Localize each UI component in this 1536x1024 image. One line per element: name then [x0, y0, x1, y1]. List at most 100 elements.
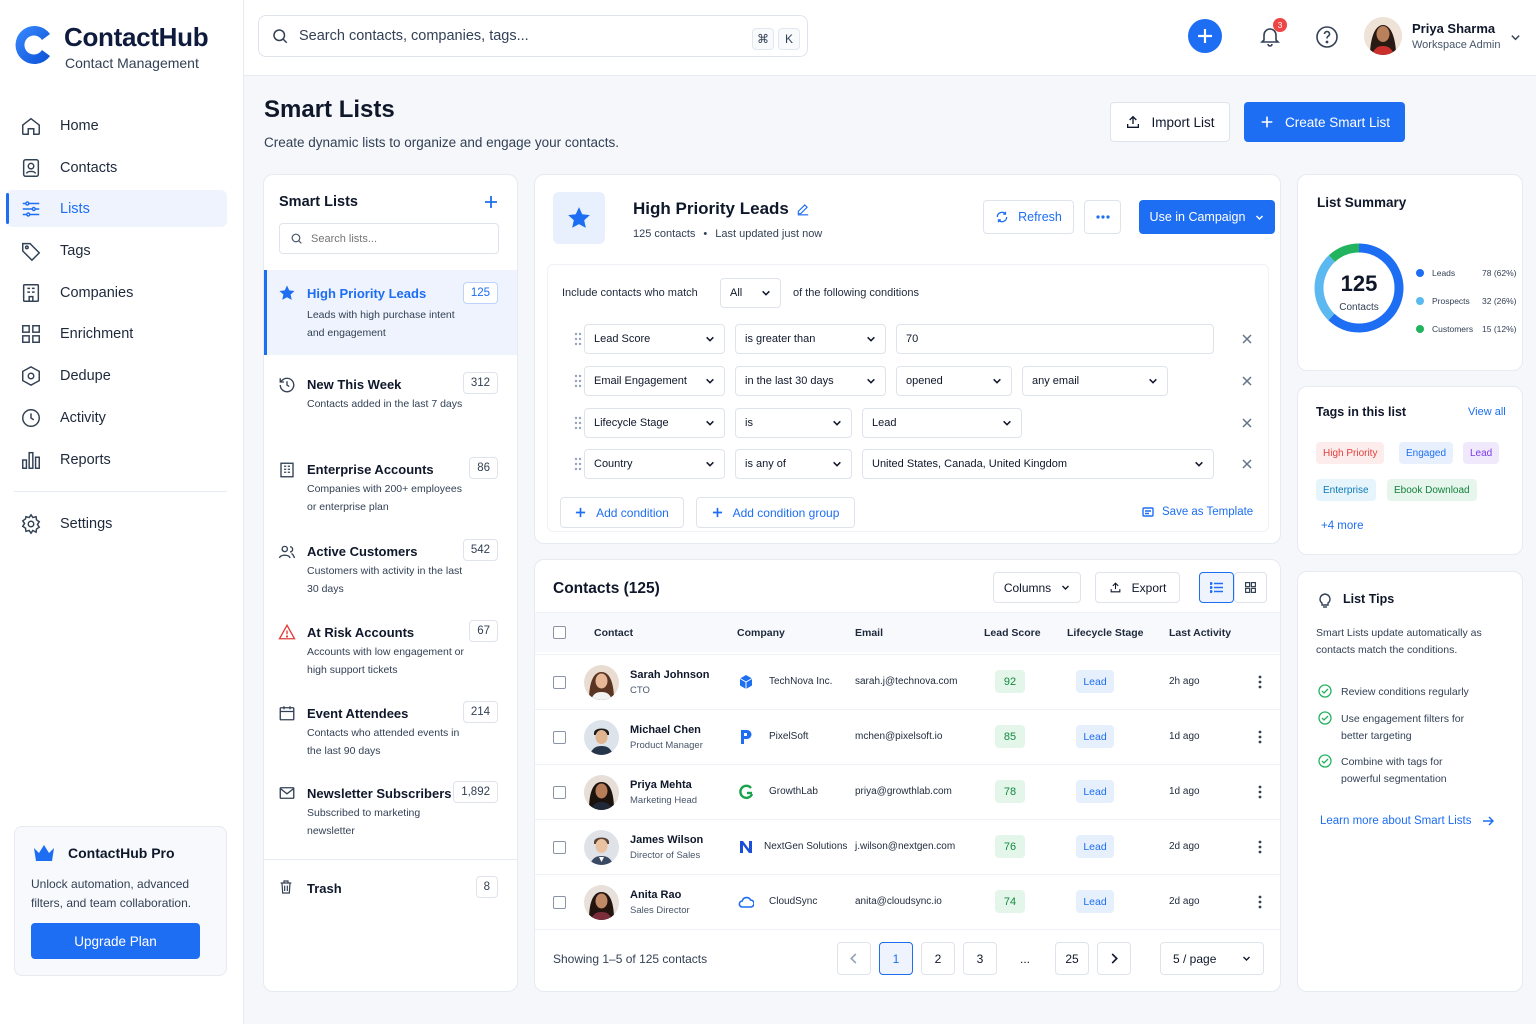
tag-enterprise[interactable]: Enterprise — [1316, 479, 1376, 501]
quick-add-button[interactable] — [1188, 19, 1222, 53]
table-row[interactable]: Priya Mehta Marketing Head GrowthLab pri… — [535, 764, 1280, 819]
contact-email[interactable]: j.wilson@nextgen.com — [855, 841, 955, 852]
condition-1-field-select[interactable]: Lead Score — [584, 324, 725, 354]
col-email[interactable]: Email — [855, 627, 883, 639]
remove-condition-icon[interactable] — [1241, 375, 1253, 387]
nav-dedupe[interactable]: Dedupe — [6, 357, 227, 394]
more-options-button[interactable] — [1084, 200, 1121, 234]
condition-3-value-select[interactable]: Lead — [862, 408, 1022, 438]
list-item-active-customers[interactable]: Active Customers Customers with activity… — [264, 538, 517, 608]
page-size-select[interactable]: 5 / page — [1160, 942, 1264, 975]
contacthub-logo-icon[interactable] — [12, 22, 56, 68]
condition-4-operator-select[interactable]: is any of — [735, 449, 852, 479]
nav-activity[interactable]: Activity — [6, 399, 227, 436]
drag-handle-icon[interactable] — [574, 332, 582, 346]
condition-2-field-select[interactable]: Email Engagement — [584, 366, 725, 396]
page-2-button[interactable]: 2 — [921, 942, 955, 975]
contact-email[interactable]: sarah.j@technova.com — [855, 676, 957, 687]
notifications-button[interactable]: 3 — [1258, 18, 1287, 50]
row-checkbox[interactable] — [553, 786, 566, 799]
contact-email[interactable]: anita@cloudsync.io — [855, 896, 942, 907]
select-all-checkbox[interactable] — [553, 626, 566, 639]
remove-condition-icon[interactable] — [1241, 417, 1253, 429]
nav-companies[interactable]: Companies — [6, 274, 227, 311]
prev-page-button[interactable] — [837, 942, 871, 975]
nav-contacts[interactable]: Contacts — [6, 149, 227, 186]
row-more-icon[interactable] — [1257, 894, 1263, 910]
import-list-button[interactable]: Import List — [1110, 102, 1230, 142]
table-row[interactable]: Sarah Johnson CTO TechNova Inc. sarah.j@… — [535, 654, 1280, 709]
list-search[interactable] — [279, 223, 499, 254]
row-more-icon[interactable] — [1257, 784, 1263, 800]
row-more-icon[interactable] — [1257, 729, 1263, 745]
global-search[interactable]: ⌘ K — [258, 15, 808, 57]
page-1-button[interactable]: 1 — [879, 942, 913, 975]
nav-tags[interactable]: Tags — [6, 232, 227, 269]
col-lifecycle-stage[interactable]: Lifecycle Stage — [1067, 627, 1143, 639]
contact-name[interactable]: James Wilson — [630, 834, 703, 846]
export-button[interactable]: Export — [1095, 572, 1180, 603]
add-condition-button[interactable]: Add condition — [560, 497, 684, 528]
row-checkbox[interactable] — [553, 731, 566, 744]
row-checkbox[interactable] — [553, 676, 566, 689]
add-condition-group-button[interactable]: Add condition group — [696, 497, 855, 528]
tag-high-priority[interactable]: High Priority — [1316, 442, 1385, 464]
row-more-icon[interactable] — [1257, 839, 1263, 855]
create-smart-list-button[interactable]: Create Smart List — [1244, 102, 1405, 142]
list-item-at-risk-accounts[interactable]: At Risk Accounts Accounts with low engag… — [264, 619, 517, 689]
row-checkbox[interactable] — [553, 896, 566, 909]
condition-4-value-select[interactable]: United States, Canada, United Kingdom — [862, 449, 1214, 479]
list-item-high-priority-leads[interactable]: High Priority Leads Leads with high purc… — [264, 270, 517, 355]
tag-lead[interactable]: Lead — [1463, 442, 1500, 464]
nav-enrichment[interactable]: Enrichment — [6, 315, 227, 352]
condition-2-value2-select[interactable]: any email — [1022, 366, 1168, 396]
view-all-tags-link[interactable]: View all — [1468, 406, 1506, 418]
add-list-icon[interactable] — [484, 195, 498, 209]
list-item-enterprise-accounts[interactable]: Enterprise Accounts Companies with 200+ … — [264, 456, 517, 526]
remove-condition-icon[interactable] — [1241, 333, 1253, 345]
tag-engaged[interactable]: Engaged — [1399, 442, 1454, 464]
learn-more-link[interactable]: Learn more about Smart Lists — [1320, 815, 1494, 827]
use-in-campaign-button[interactable]: Use in Campaign — [1139, 200, 1275, 234]
col-contact[interactable]: Contact — [594, 627, 633, 639]
list-item-trash[interactable]: Trash 8 — [264, 875, 517, 905]
nav-home[interactable]: Home — [6, 107, 227, 144]
columns-button[interactable]: Columns — [993, 572, 1081, 603]
help-icon[interactable] — [1315, 25, 1339, 49]
grid-view-toggle[interactable] — [1234, 572, 1267, 603]
col-company[interactable]: Company — [737, 627, 785, 639]
contact-name[interactable]: Michael Chen — [630, 724, 701, 736]
contact-email[interactable]: priya@growthlab.com — [855, 786, 952, 797]
match-mode-select[interactable]: All — [720, 278, 781, 308]
drag-handle-icon[interactable] — [574, 416, 582, 430]
tag-ebook-download[interactable]: Ebook Download — [1387, 479, 1477, 501]
table-row[interactable]: Michael Chen Product Manager PixelSoft m… — [535, 709, 1280, 764]
table-row[interactable]: James Wilson Director of Sales NextGen S… — [535, 819, 1280, 874]
nav-settings[interactable]: Settings — [6, 505, 227, 542]
condition-4-field-select[interactable]: Country — [584, 449, 725, 479]
list-item-new-this-week[interactable]: New This Week Contacts added in the last… — [264, 371, 517, 441]
condition-3-operator-select[interactable]: is — [735, 408, 852, 438]
page-25-button[interactable]: 25 — [1055, 942, 1089, 975]
nav-lists[interactable]: Lists — [6, 190, 227, 227]
next-page-button[interactable] — [1097, 942, 1131, 975]
contact-name[interactable]: Sarah Johnson — [630, 669, 709, 681]
drag-handle-icon[interactable] — [574, 374, 582, 388]
save-as-template-button[interactable]: Save as Template — [1142, 506, 1253, 518]
user-avatar[interactable] — [1364, 17, 1402, 55]
condition-1-value-input[interactable]: 70 — [896, 324, 1214, 354]
condition-2-operator-select[interactable]: in the last 30 days — [735, 366, 886, 396]
list-item-event-attendees[interactable]: Event Attendees Contacts who attended ev… — [264, 700, 517, 770]
col-lead-score[interactable]: Lead Score — [984, 627, 1041, 639]
condition-3-field-select[interactable]: Lifecycle Stage — [584, 408, 725, 438]
nav-reports[interactable]: Reports — [6, 441, 227, 478]
condition-2-value-select[interactable]: opened — [896, 366, 1012, 396]
global-search-input[interactable] — [299, 28, 739, 44]
col-last-activity[interactable]: Last Activity — [1169, 627, 1231, 639]
user-menu-chevron-icon[interactable] — [1510, 32, 1521, 43]
condition-1-operator-select[interactable]: is greater than — [735, 324, 886, 354]
more-tags-link[interactable]: +4 more — [1321, 520, 1364, 532]
contact-name[interactable]: Anita Rao — [630, 889, 681, 901]
list-search-input[interactable] — [311, 232, 481, 245]
list-view-toggle[interactable] — [1199, 572, 1234, 603]
